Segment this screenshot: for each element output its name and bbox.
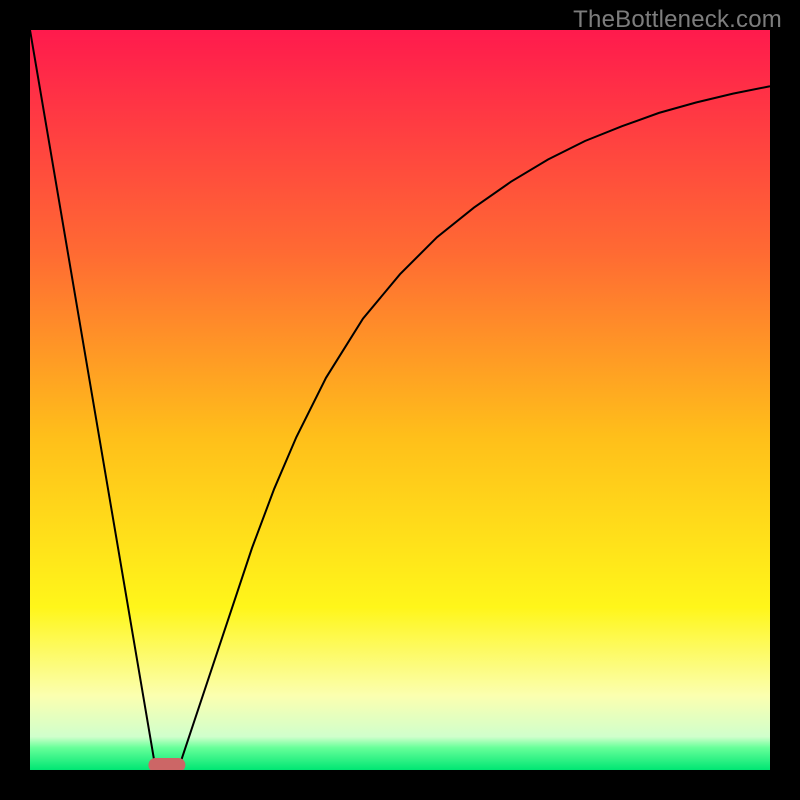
valley-marker (148, 758, 185, 772)
plot-background (30, 30, 770, 770)
chart-svg (0, 0, 800, 800)
bottleneck-chart: TheBottleneck.com (0, 0, 800, 800)
watermark-text: TheBottleneck.com (573, 6, 782, 34)
